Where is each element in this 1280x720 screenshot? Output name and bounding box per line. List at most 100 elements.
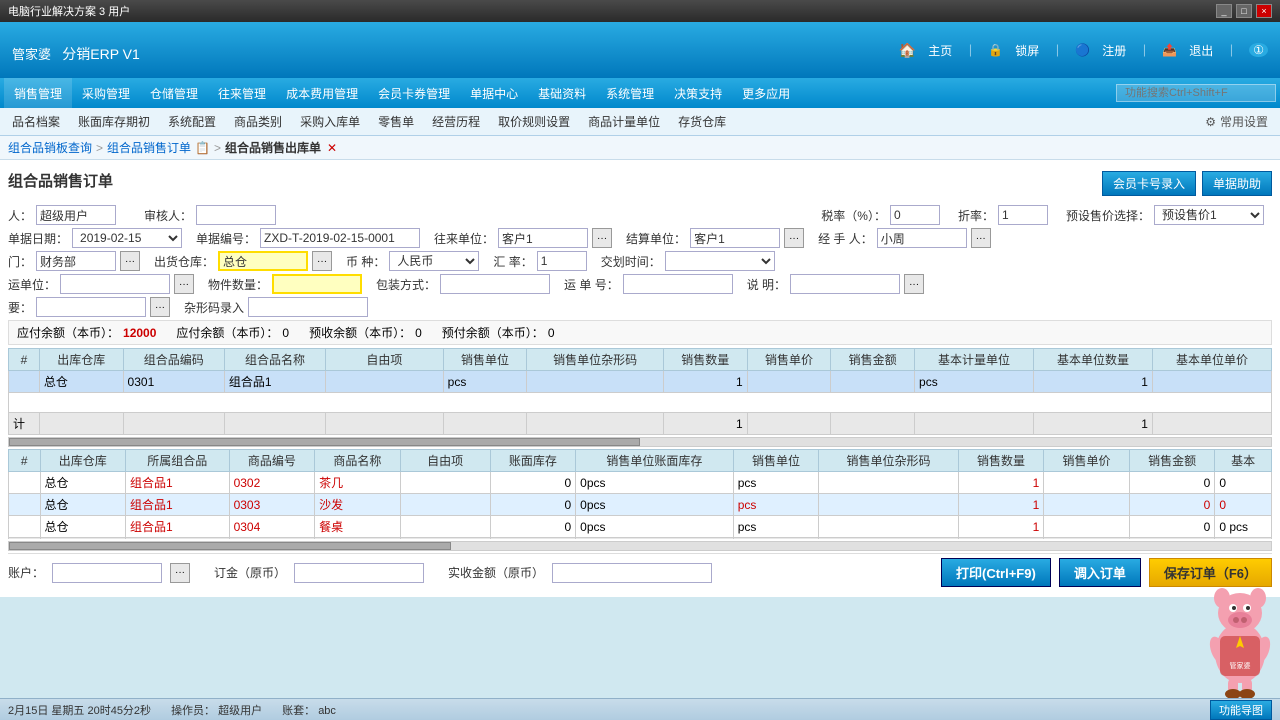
breadcrumb-query[interactable]: 组合品销板查询 [8,139,92,156]
lower-table-row-3[interactable]: 总仓 组合品1 0304 餐桌 0 0pcs pcs 1 0 0 pcs [9,516,1272,538]
subnav-inventory-init[interactable]: 账面库存期初 [70,111,158,132]
subnav-price-rule[interactable]: 取价规则设置 [490,111,578,132]
upper-cell-1: 总仓 [39,371,123,393]
order-input[interactable] [294,563,424,583]
print-btn[interactable]: 打印(Ctrl+F9) [941,558,1051,587]
shipno-input[interactable] [623,274,733,294]
handler-input[interactable] [877,228,967,248]
upper-table: # 出库仓库 组合品编码 组合品名称 自由项 销售单位 销售单位杂形码 销售数量… [8,348,1272,435]
subnav-warehouse[interactable]: 存货仓库 [670,111,734,132]
nav-warehouse[interactable]: 仓储管理 [140,78,208,108]
nav-decision[interactable]: 决策支持 [664,78,732,108]
subnav-unit[interactable]: 商品计量单位 [580,111,668,132]
barcode-input[interactable] [248,297,368,317]
nav-basic[interactable]: 基础资料 [528,78,596,108]
close-btn[interactable]: × [1256,4,1272,18]
upper-scrollbar[interactable] [8,437,1272,447]
func-map-btn[interactable]: 功能导图 [1210,700,1272,720]
logo-main: 管家婆 [12,47,51,62]
docno-input[interactable] [260,228,420,248]
breadcrumb-order[interactable]: 组合品销售订单 [107,139,191,156]
handler-btn[interactable]: ··· [971,228,991,248]
subnav-product-category[interactable]: 商品类别 [226,111,290,132]
tounit-btn[interactable]: ··· [592,228,612,248]
member-card-btn[interactable]: 会员卡号录入 [1102,171,1196,196]
helper-btn[interactable]: 单据助助 [1202,171,1272,196]
note-btn[interactable]: ··· [904,274,924,294]
nav-search-input[interactable] [1116,84,1276,102]
import-btn[interactable]: 调入订单 [1059,558,1141,587]
price-select[interactable]: 预设售价1 [1154,205,1264,225]
upper-cell-7: 1 [663,371,747,393]
exchange-time-select[interactable] [665,251,775,271]
currency-select[interactable]: 人民币 [389,251,479,271]
lower-table-row-2[interactable]: 总仓 组合品1 0303 沙发 0 0pcs pcs 1 0 0 [9,494,1272,516]
warehouse-btn[interactable]: ··· [312,251,332,271]
breadcrumb-close-icon[interactable]: ✕ [327,141,337,155]
nav-transaction[interactable]: 往来管理 [208,78,276,108]
receive-input[interactable] [552,563,712,583]
lower-scrollbar[interactable] [8,541,1272,551]
nav-member[interactable]: 会员卡券管理 [368,78,460,108]
window-controls[interactable]: _ □ × [1216,4,1272,18]
warehouse-input[interactable] [218,251,308,271]
upper-foot-0: 计 [9,413,40,435]
info-link[interactable]: ① [1249,43,1268,57]
nav-sales[interactable]: 销售管理 [4,78,72,108]
subnav-sys-config[interactable]: 系统配置 [160,111,224,132]
subnav-product-file[interactable]: 品名档案 [4,111,68,132]
save-btn[interactable]: 保存订单（F6） [1149,558,1272,587]
home-link[interactable]: 主页 [928,42,952,59]
breadcrumb: 组合品销板查询 > 组合品销售订单 📋 > 组合品销售出库单 ✕ [0,136,1280,160]
maximize-btn[interactable]: □ [1236,4,1252,18]
common-settings[interactable]: ⚙ 常用设置 [1205,113,1276,130]
nav-purchase[interactable]: 采购管理 [72,78,140,108]
lower-th-1: 出库仓库 [40,450,126,472]
discount-input[interactable] [998,205,1048,225]
dept-btn[interactable]: ··· [120,251,140,271]
subnav-history[interactable]: 经营历程 [424,111,488,132]
transport-input[interactable] [60,274,170,294]
settle-btn[interactable]: ··· [784,228,804,248]
require-input[interactable] [36,297,146,317]
bank-btn[interactable]: ··· [170,563,190,583]
app-header: 管家婆 分销ERP V1 🏠 主页 ｜ 🔒 锁屏 ｜ 🔵 注册 ｜ 📤 退出 ｜… [0,22,1280,78]
exit-link[interactable]: 退出 [1189,42,1213,59]
subnav-retail[interactable]: 零售单 [370,111,422,132]
review-input[interactable] [196,205,276,225]
upper-cell-8 [747,371,831,393]
lock-link[interactable]: 锁屏 [1015,42,1039,59]
date-label: 单据日期： [8,230,68,247]
nav-cost[interactable]: 成本费用管理 [276,78,368,108]
transport-btn[interactable]: ··· [174,274,194,294]
dept-label: 门： [8,253,32,270]
parts-input[interactable] [272,274,362,294]
nav-voucher[interactable]: 单据中心 [460,78,528,108]
payable-item: 应付余额（本币）： 12000 [17,324,156,341]
upper-th-0: # [9,349,40,371]
nav-system[interactable]: 系统管理 [596,78,664,108]
register-link[interactable]: 注册 [1102,42,1126,59]
upper-foot-2 [123,413,224,435]
require-btn[interactable]: ··· [150,297,170,317]
tax-rate-input[interactable] [890,205,940,225]
bank-input[interactable] [52,563,162,583]
exchange-input[interactable] [537,251,587,271]
common-settings-label: 常用设置 [1220,113,1268,130]
upper-cell-11: 1 [1033,371,1152,393]
subnav-purchase-receipt[interactable]: 采购入库单 [292,111,368,132]
lower-table-footer: 计 0 3 0 [9,538,1272,540]
person-input[interactable] [36,205,116,225]
settle-input[interactable] [690,228,780,248]
dept-input[interactable] [36,251,116,271]
upper-table-row[interactable]: 总仓 0301 组合品1 pcs 1 pcs 1 [9,371,1272,393]
minimize-btn[interactable]: _ [1216,4,1232,18]
tounit-input[interactable] [498,228,588,248]
nav-more[interactable]: 更多应用 [732,78,800,108]
lower-th-5: 自由项 [400,450,490,472]
currency-label: 币 种： [346,253,385,270]
note-input[interactable] [790,274,900,294]
lower-table-row-1[interactable]: 总仓 组合品1 0302 茶几 0 0pcs pcs 1 0 0 [9,472,1272,494]
date-select[interactable]: 2019-02-15 [72,228,182,248]
pack-input[interactable] [440,274,550,294]
